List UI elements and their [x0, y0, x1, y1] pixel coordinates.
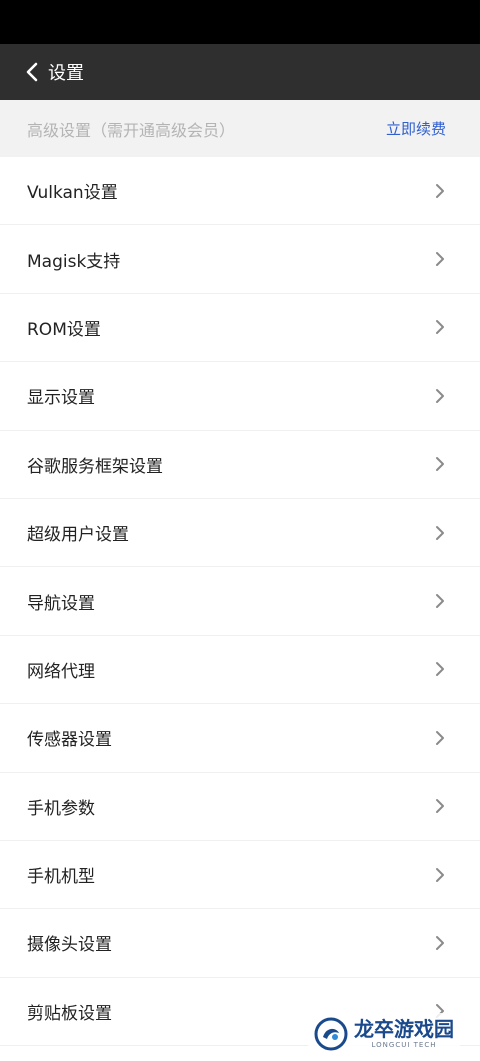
app-bar: 设置: [0, 44, 480, 100]
list-item-label: Magisk支持: [27, 251, 121, 272]
chevron-right-icon: [436, 935, 444, 950]
list-item-label: Vulkan设置: [27, 183, 118, 204]
chevron-right-icon: [436, 320, 444, 335]
chevron-right-icon: [436, 252, 444, 267]
list-item-label: 手机参数: [27, 798, 95, 819]
list-item-phone-model[interactable]: 手机机型: [0, 841, 480, 910]
chevron-right-icon: [436, 457, 444, 472]
list-item-label: 导航设置: [27, 593, 95, 614]
advanced-settings-header: 高级设置（需开通高级会员） 立即续费: [0, 100, 480, 157]
list-item-proxy[interactable]: 网络代理: [0, 636, 480, 705]
list-item-phone-params[interactable]: 手机参数: [0, 773, 480, 841]
list-item-label: 摄像头设置: [27, 935, 112, 956]
renew-link[interactable]: 立即续费: [386, 118, 446, 139]
chevron-right-icon: [436, 662, 444, 677]
list-item-label: 超级用户设置: [27, 525, 129, 546]
page-title: 设置: [48, 63, 84, 84]
list-item-label: 显示设置: [27, 388, 95, 409]
list-item-camera[interactable]: 摄像头设置: [0, 909, 480, 978]
list-item-label: 网络代理: [27, 661, 95, 682]
logo-icon: [314, 1017, 348, 1051]
list-item-label: 传感器设置: [27, 730, 112, 751]
watermark-name: 龙卒游戏园: [354, 1017, 454, 1041]
list-item-rom[interactable]: ROM设置: [0, 294, 480, 363]
chevron-right-icon: [436, 594, 444, 609]
watermark-en: LONGCUI TECH: [371, 1041, 437, 1049]
chevron-right-icon: [436, 867, 444, 882]
list-item-label: 剪贴板设置: [27, 1003, 112, 1024]
list-item-navigation[interactable]: 导航设置: [0, 567, 480, 636]
status-bar: [0, 0, 480, 44]
chevron-right-icon: [436, 183, 444, 198]
list-item-vulkan[interactable]: Vulkan设置: [0, 157, 480, 226]
chevron-right-icon: [436, 525, 444, 540]
list-item-gms[interactable]: 谷歌服务框架设置: [0, 431, 480, 499]
chevron-right-icon: [436, 388, 444, 403]
list-item-label: ROM设置: [27, 319, 101, 340]
list-item-sensor[interactable]: 传感器设置: [0, 704, 480, 773]
settings-list: Vulkan设置 Magisk支持 ROM设置 显示设置 谷歌服务框架设置 超级…: [0, 157, 480, 1047]
chevron-right-icon: [436, 799, 444, 814]
list-item-label: 手机机型: [27, 867, 95, 888]
chevron-right-icon: [436, 730, 444, 745]
section-title: 高级设置（需开通高级会员）: [27, 120, 236, 140]
chevron-left-icon: [26, 62, 38, 82]
list-item-magisk[interactable]: Magisk支持: [0, 225, 480, 294]
list-item-display[interactable]: 显示设置: [0, 362, 480, 431]
watermark: 龙卒游戏园 LONGCUI TECH: [308, 1013, 460, 1055]
list-item-superuser[interactable]: 超级用户设置: [0, 499, 480, 568]
list-item-label: 谷歌服务框架设置: [27, 456, 163, 477]
